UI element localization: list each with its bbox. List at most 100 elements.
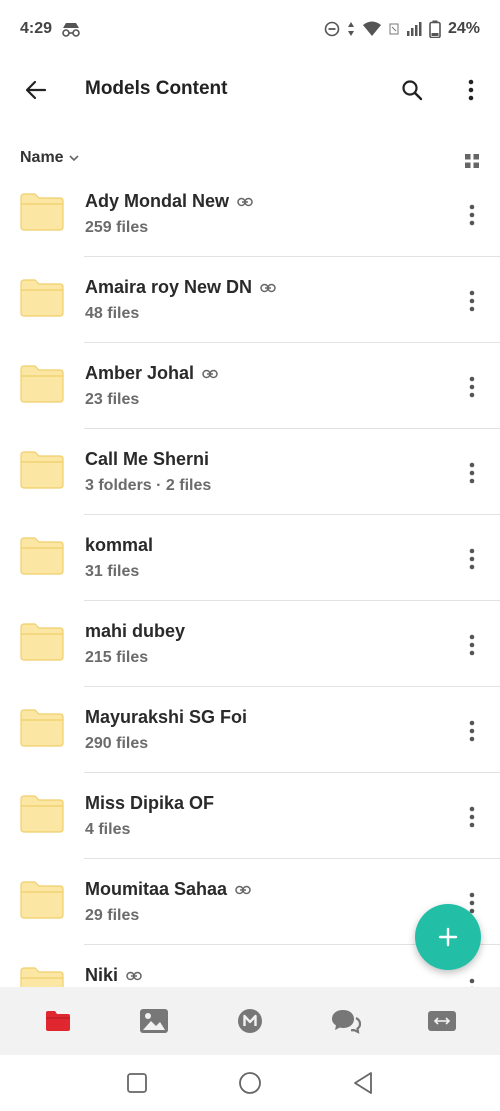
system-navigation-bar <box>0 1055 500 1111</box>
more-vertical-icon <box>469 204 475 226</box>
nav-photos[interactable] <box>124 991 184 1051</box>
more-vertical-icon <box>469 290 475 312</box>
folder-list-item[interactable]: Amaira roy New DN 48 files <box>0 257 500 343</box>
item-more-button[interactable] <box>458 801 486 833</box>
folder-icon <box>20 709 64 752</box>
more-vertical-icon <box>469 634 475 656</box>
folder-meta: 31 files <box>85 563 140 580</box>
folder-list-item[interactable]: Call Me Sherni 3 folders · 2 files <box>0 429 500 515</box>
nav-transfers[interactable] <box>412 991 472 1051</box>
nav-meetings[interactable] <box>220 991 280 1051</box>
grid-view-button[interactable] <box>460 149 484 173</box>
folder-icon <box>20 623 64 666</box>
folder-icon <box>20 193 64 236</box>
folder-name: Ady Mondal New <box>85 191 230 211</box>
meetings-icon <box>238 1009 262 1033</box>
item-more-button[interactable] <box>458 973 486 987</box>
transfers-icon <box>428 1011 456 1031</box>
folder-list-item[interactable]: kommal 31 files <box>0 515 500 601</box>
more-options-button[interactable] <box>451 70 491 110</box>
more-vertical-icon <box>469 462 475 484</box>
folder-name: Miss Dipika OF <box>85 793 215 813</box>
arrow-left-icon <box>25 80 47 100</box>
top-app-bar: Models Content <box>0 58 500 122</box>
file-list: Ady Mondal New 259 files Amaira roy New DN… <box>0 171 500 987</box>
bottom-navigation <box>0 987 500 1055</box>
data-arrows-icon <box>347 21 355 37</box>
photos-icon <box>140 1009 168 1033</box>
triangle-back-icon <box>354 1072 373 1094</box>
nav-cloud-drive[interactable] <box>28 991 88 1051</box>
status-time: 4:29 <box>20 20 53 37</box>
folder-list-item[interactable]: Miss Dipika OF 4 files <box>0 773 500 859</box>
folder-meta: 29 files <box>85 907 140 924</box>
signal-icon <box>406 21 422 37</box>
folder-icon <box>20 279 64 322</box>
folder-icon <box>20 967 64 987</box>
plus-icon <box>438 927 458 947</box>
item-more-button[interactable] <box>458 285 486 317</box>
item-more-button[interactable] <box>458 715 486 747</box>
sort-label: Name <box>20 149 64 166</box>
folder-meta: 3 folders · 2 files <box>85 477 212 494</box>
more-vertical-icon <box>469 978 475 987</box>
folder-name: kommal <box>85 535 154 555</box>
circle-icon <box>239 1072 261 1094</box>
folder-name: mahi dubey <box>85 621 186 641</box>
folder-list-item[interactable]: mahi dubey 215 files <box>0 601 500 687</box>
chat-icon <box>332 1010 361 1034</box>
folder-meta: 215 files <box>85 649 149 666</box>
folder-name: Moumitaa Sahaa <box>85 879 228 899</box>
back-button[interactable] <box>16 70 56 110</box>
folder-list-item[interactable]: Ady Mondal New 259 files <box>0 171 500 257</box>
folder-meta: 4 files <box>85 821 131 838</box>
item-more-button[interactable] <box>458 543 486 575</box>
folder-meta: 48 files <box>85 305 140 322</box>
page-title: Models Content <box>85 78 228 99</box>
folder-icon <box>20 881 64 924</box>
battery-percent: 24% <box>447 20 480 37</box>
folder-list-item[interactable]: Mayurakshi SG Foi 290 files <box>0 687 500 773</box>
folder-icon <box>20 365 64 408</box>
folder-icon <box>20 451 64 494</box>
link-icon <box>126 971 142 981</box>
folder-name: Niki <box>85 965 119 985</box>
folder-meta: 290 files <box>85 735 149 752</box>
more-vertical-icon <box>469 892 475 914</box>
folder-icon <box>20 795 64 838</box>
battery-icon <box>429 20 441 38</box>
more-vertical-icon <box>468 79 474 101</box>
item-more-button[interactable] <box>458 371 486 403</box>
search-button[interactable] <box>392 70 432 110</box>
home-button[interactable] <box>230 1063 270 1103</box>
do-not-disturb-icon <box>324 21 340 37</box>
link-icon <box>202 369 218 379</box>
volte-icon <box>389 21 399 37</box>
sort-by-name-button[interactable]: Name <box>20 149 80 167</box>
item-more-button[interactable] <box>458 199 486 231</box>
item-more-button[interactable] <box>458 457 486 489</box>
status-bar: 4:29 24% <box>0 0 500 58</box>
wifi-icon <box>362 21 382 37</box>
more-vertical-icon <box>469 720 475 742</box>
chevron-down-icon <box>69 155 79 162</box>
add-button[interactable] <box>415 904 481 970</box>
grid-view-icon <box>465 154 479 168</box>
link-icon <box>235 885 251 895</box>
folder-icon <box>20 537 64 580</box>
search-icon <box>402 80 423 101</box>
folder-list-item[interactable]: Amber Johal 23 files <box>0 343 500 429</box>
folder-meta: 23 files <box>85 391 140 408</box>
link-icon <box>260 283 276 293</box>
item-more-button[interactable] <box>458 629 486 661</box>
folder-name: Amber Johal <box>85 363 195 383</box>
square-icon <box>126 1073 147 1093</box>
folder-meta: 259 files <box>85 219 149 236</box>
more-vertical-icon <box>469 548 475 570</box>
more-vertical-icon <box>469 376 475 398</box>
nav-chat[interactable] <box>316 991 376 1051</box>
link-icon <box>237 197 253 207</box>
system-back-button[interactable] <box>343 1063 383 1103</box>
folder-name: Mayurakshi SG Foi <box>85 707 248 727</box>
recent-apps-button[interactable] <box>117 1063 157 1103</box>
